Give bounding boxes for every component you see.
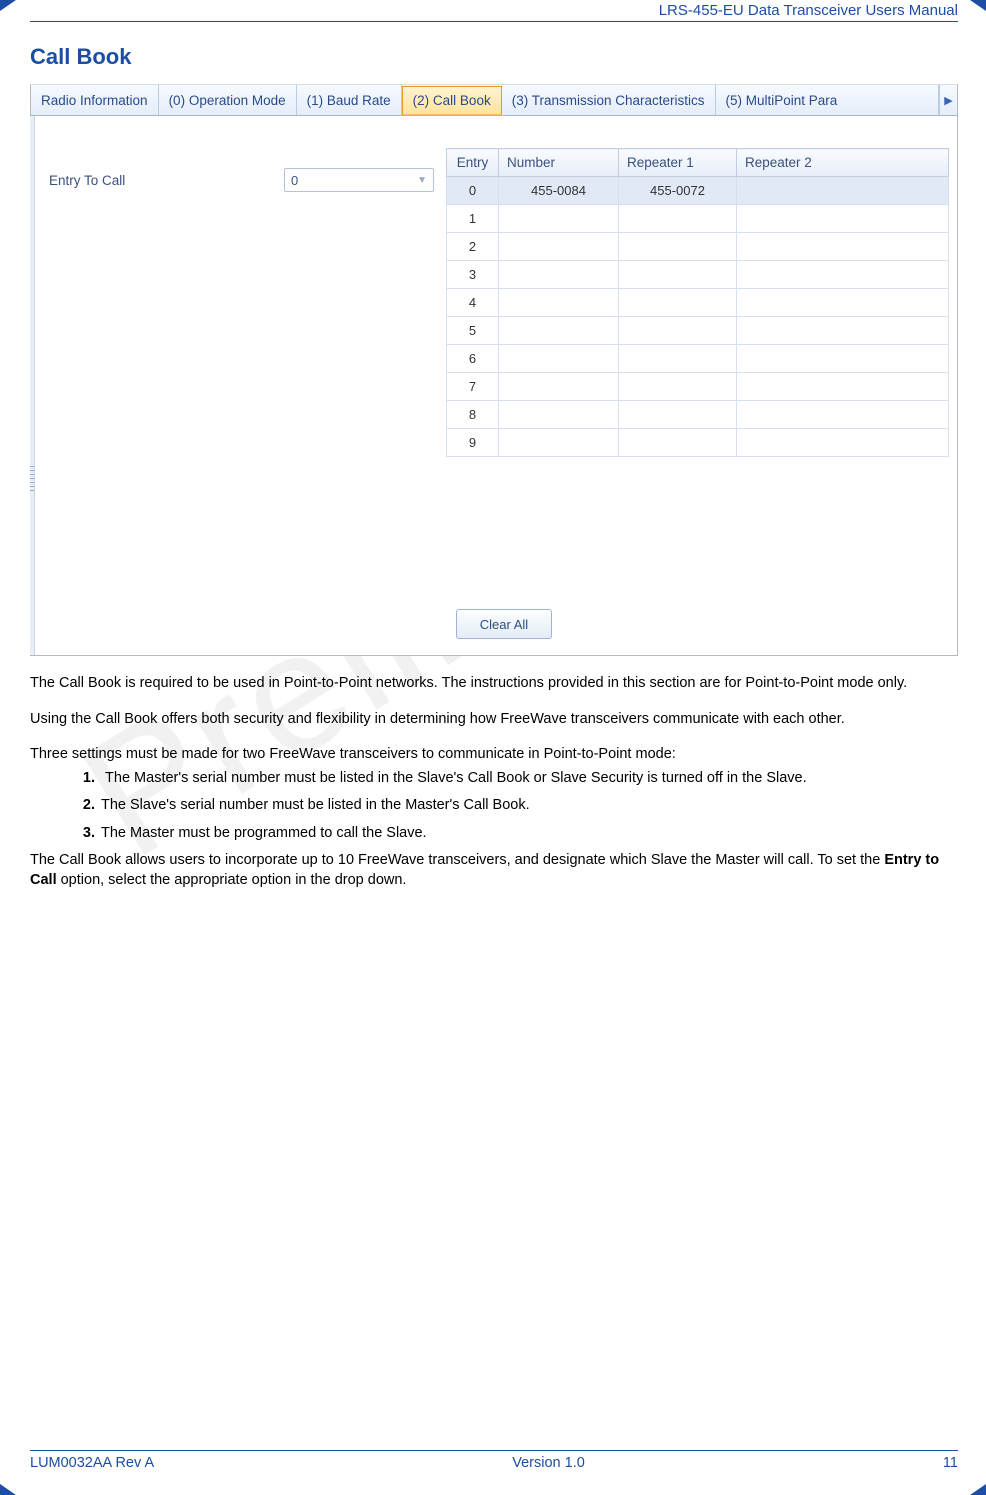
- cell-number[interactable]: [499, 429, 619, 457]
- tab-operation-mode[interactable]: (0) Operation Mode: [159, 85, 297, 115]
- cell-repeater1[interactable]: [619, 233, 737, 261]
- table-row[interactable]: 9: [447, 429, 949, 457]
- cell-repeater1[interactable]: [619, 261, 737, 289]
- page-footer: LUM0032AA Rev A Version 1.0 11: [30, 1450, 958, 1471]
- cell-repeater2[interactable]: [737, 317, 949, 345]
- col-repeater1: Repeater 1: [619, 149, 737, 177]
- footer-right: 11: [943, 1455, 958, 1471]
- entry-to-call-value: 0: [291, 173, 298, 188]
- cell-repeater1[interactable]: [619, 205, 737, 233]
- cell-repeater1[interactable]: [619, 401, 737, 429]
- cell-number[interactable]: [499, 233, 619, 261]
- cell-number[interactable]: [499, 261, 619, 289]
- table-row[interactable]: 3: [447, 261, 949, 289]
- cell-repeater2[interactable]: [737, 401, 949, 429]
- cell-repeater2[interactable]: [737, 177, 949, 205]
- settings-item-1: The Master's serial number must be liste…: [95, 769, 958, 789]
- footer-left: LUM0032AA Rev A: [30, 1455, 154, 1471]
- cell-entry[interactable]: 9: [447, 429, 499, 457]
- cell-repeater1[interactable]: [619, 317, 737, 345]
- chevron-down-icon: ▼: [417, 175, 427, 186]
- section-title: Call Book: [30, 44, 958, 70]
- side-gutter: [30, 116, 35, 655]
- col-entry: Entry: [447, 149, 499, 177]
- cell-number[interactable]: [499, 401, 619, 429]
- cell-entry[interactable]: 8: [447, 401, 499, 429]
- paragraph-1: The Call Book is required to be used in …: [30, 674, 958, 694]
- table-row[interactable]: 7: [447, 373, 949, 401]
- table-row[interactable]: 2: [447, 233, 949, 261]
- tab-radio-information[interactable]: Radio Information: [31, 85, 159, 115]
- entry-to-call-label: Entry To Call: [49, 173, 284, 188]
- clear-all-button[interactable]: Clear All: [456, 609, 552, 639]
- doc-header: LRS-455-EU Data Transceiver Users Manual: [30, 2, 958, 22]
- cell-number[interactable]: [499, 373, 619, 401]
- cell-entry[interactable]: 3: [447, 261, 499, 289]
- table-row[interactable]: 4: [447, 289, 949, 317]
- callbook-table: Entry Number Repeater 1 Repeater 2 0455-…: [446, 148, 949, 457]
- cell-entry[interactable]: 1: [447, 205, 499, 233]
- table-row[interactable]: 0455-0084455-0072: [447, 177, 949, 205]
- cell-number[interactable]: 455-0084: [499, 177, 619, 205]
- settings-item-2: The Slave's serial number must be listed…: [95, 796, 958, 816]
- paragraph-2: Using the Call Book offers both security…: [30, 710, 958, 730]
- cell-repeater1[interactable]: [619, 373, 737, 401]
- cell-entry[interactable]: 5: [447, 317, 499, 345]
- tab-scroll-right-icon[interactable]: ▶: [939, 85, 957, 115]
- tabstrip: Radio Information (0) Operation Mode (1)…: [31, 85, 957, 116]
- gutter-grip-icon[interactable]: [30, 466, 34, 494]
- paragraph-3-intro: Three settings must be made for two Free…: [30, 745, 958, 765]
- settings-list: The Master's serial number must be liste…: [30, 769, 958, 844]
- footer-center: Version 1.0: [512, 1455, 585, 1471]
- tab-baud-rate[interactable]: (1) Baud Rate: [297, 85, 402, 115]
- col-repeater2: Repeater 2: [737, 149, 949, 177]
- cell-repeater2[interactable]: [737, 261, 949, 289]
- settings-item-3: The Master must be programmed to call th…: [95, 824, 958, 844]
- app-screenshot: Radio Information (0) Operation Mode (1)…: [30, 84, 958, 656]
- paragraph-4: The Call Book allows users to incorporat…: [30, 851, 958, 890]
- cell-repeater1[interactable]: [619, 429, 737, 457]
- col-number: Number: [499, 149, 619, 177]
- cell-entry[interactable]: 0: [447, 177, 499, 205]
- cell-entry[interactable]: 4: [447, 289, 499, 317]
- cell-repeater1[interactable]: 455-0072: [619, 177, 737, 205]
- table-row[interactable]: 5: [447, 317, 949, 345]
- tab-call-book[interactable]: (2) Call Book: [402, 86, 502, 115]
- cell-repeater1[interactable]: [619, 289, 737, 317]
- cell-number[interactable]: [499, 289, 619, 317]
- cell-repeater2[interactable]: [737, 205, 949, 233]
- table-row[interactable]: 6: [447, 345, 949, 373]
- cell-entry[interactable]: 6: [447, 345, 499, 373]
- tab-multipoint-para[interactable]: (5) MultiPoint Para: [716, 85, 940, 115]
- cell-repeater1[interactable]: [619, 345, 737, 373]
- cell-entry[interactable]: 2: [447, 233, 499, 261]
- cell-repeater2[interactable]: [737, 345, 949, 373]
- table-row[interactable]: 1: [447, 205, 949, 233]
- cell-repeater2[interactable]: [737, 233, 949, 261]
- cell-entry[interactable]: 7: [447, 373, 499, 401]
- cell-number[interactable]: [499, 345, 619, 373]
- table-row[interactable]: 8: [447, 401, 949, 429]
- cell-repeater2[interactable]: [737, 289, 949, 317]
- entry-to-call-dropdown[interactable]: 0 ▼: [284, 168, 434, 192]
- tab-transmission-characteristics[interactable]: (3) Transmission Characteristics: [502, 85, 716, 115]
- cell-repeater2[interactable]: [737, 429, 949, 457]
- cell-number[interactable]: [499, 205, 619, 233]
- cell-number[interactable]: [499, 317, 619, 345]
- cell-repeater2[interactable]: [737, 373, 949, 401]
